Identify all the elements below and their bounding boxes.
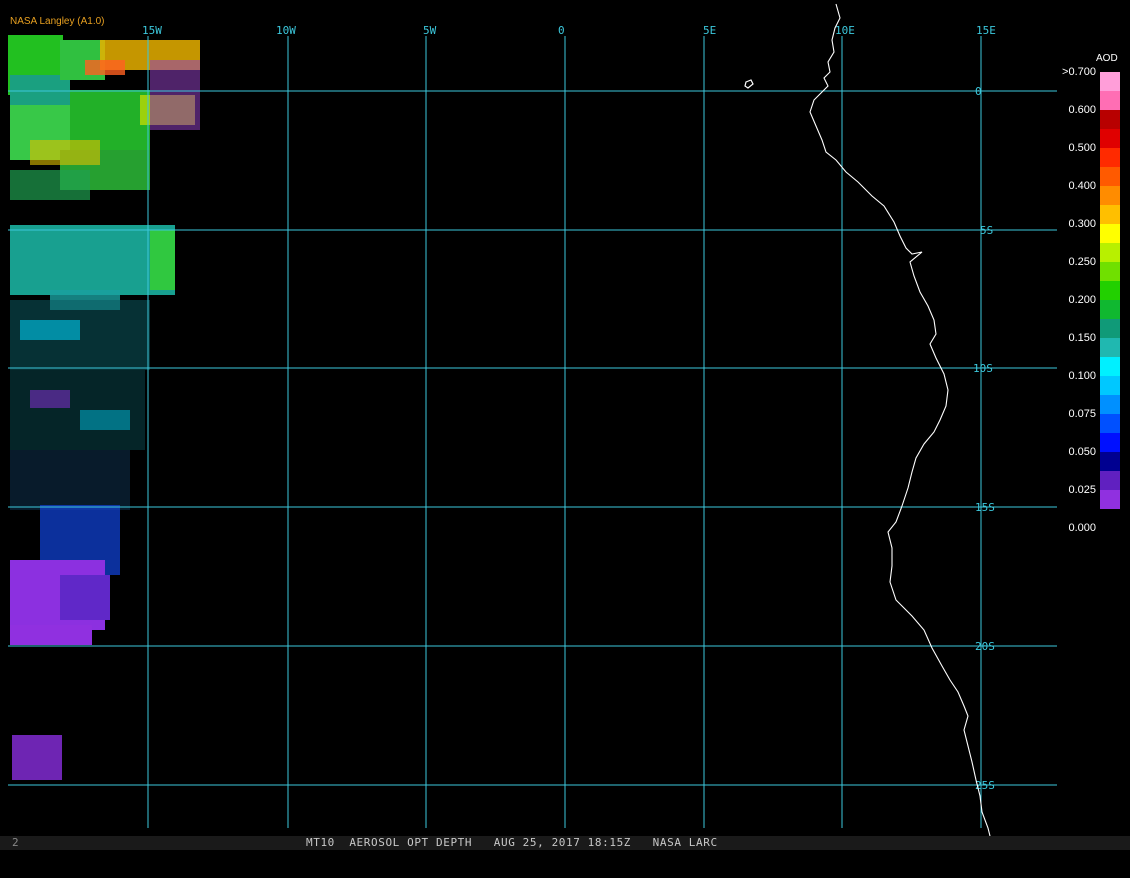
legend-swatch (1100, 471, 1120, 490)
legend-swatch (1100, 433, 1120, 452)
legend-swatch (1100, 357, 1120, 376)
legend-swatch (1100, 129, 1120, 148)
legend-swatch (1100, 224, 1120, 243)
lat-label-0: 0 (975, 85, 982, 98)
legend-tick-label: 0.000 (1068, 522, 1096, 534)
lat-label-5s: 5S (980, 224, 993, 237)
lon-label-0: 0 (558, 24, 565, 37)
legend-swatch (1100, 338, 1120, 357)
aod-color-legend (1100, 72, 1120, 509)
legend-swatch (1100, 167, 1120, 186)
legend-tick-label: 0.250 (1068, 256, 1096, 268)
legend-swatch (1100, 186, 1120, 205)
legend-swatch (1100, 414, 1120, 433)
footer-caption: MT10 AEROSOL OPT DEPTH AUG 25, 2017 18:1… (306, 836, 718, 849)
legend-swatch (1100, 243, 1120, 262)
legend-swatch (1100, 262, 1120, 281)
lon-label-10w: 10W (276, 24, 296, 37)
legend-swatch (1100, 395, 1120, 414)
legend-tick-label: 0.300 (1068, 218, 1096, 230)
legend-swatch (1100, 376, 1120, 395)
legend-swatch (1100, 319, 1120, 338)
legend-swatch (1100, 300, 1120, 319)
footer-bar: 2 MT10 AEROSOL OPT DEPTH AUG 25, 2017 18… (0, 836, 1130, 850)
aod-map: 15W 10W 5W 0 5E 10E 15E 0 5S 10S 15S 20S… (0, 0, 1130, 836)
legend-tick-label: 0.150 (1068, 332, 1096, 344)
legend-swatch (1100, 490, 1120, 509)
lon-label-15w: 15W (142, 24, 162, 37)
legend-title: AOD (1096, 53, 1118, 64)
legend-tick-label: 0.025 (1068, 484, 1096, 496)
legend-tick-label: >0.700 (1062, 66, 1096, 78)
legend-swatch (1100, 281, 1120, 300)
legend-tick-label: 0.200 (1068, 294, 1096, 306)
legend-swatch (1100, 91, 1120, 110)
legend-swatch (1100, 148, 1120, 167)
lon-label-5w: 5W (423, 24, 437, 37)
lon-label-15e: 15E (976, 24, 996, 37)
legend-swatch (1100, 110, 1120, 129)
lon-label-10e: 10E (835, 24, 855, 37)
legend-tick-label: 0.400 (1068, 180, 1096, 192)
lon-label-5e: 5E (703, 24, 716, 37)
legend-tick-label: 0.075 (1068, 408, 1096, 420)
legend-swatch (1100, 205, 1120, 224)
lat-label-20s: 20S (975, 640, 995, 653)
legend-tick-label: 0.500 (1068, 142, 1096, 154)
lat-label-15s: 15S (975, 501, 995, 514)
footer-left-mark: 2 (12, 836, 19, 849)
legend-tick-label: 0.100 (1068, 370, 1096, 382)
legend-tick-label: 0.600 (1068, 104, 1096, 116)
legend-swatch (1100, 452, 1120, 471)
legend-tick-label: 0.050 (1068, 446, 1096, 458)
legend-swatch (1100, 72, 1120, 91)
lat-label-10s: 10S (973, 362, 993, 375)
producer-label: NASA Langley (A1.0) (10, 16, 105, 27)
